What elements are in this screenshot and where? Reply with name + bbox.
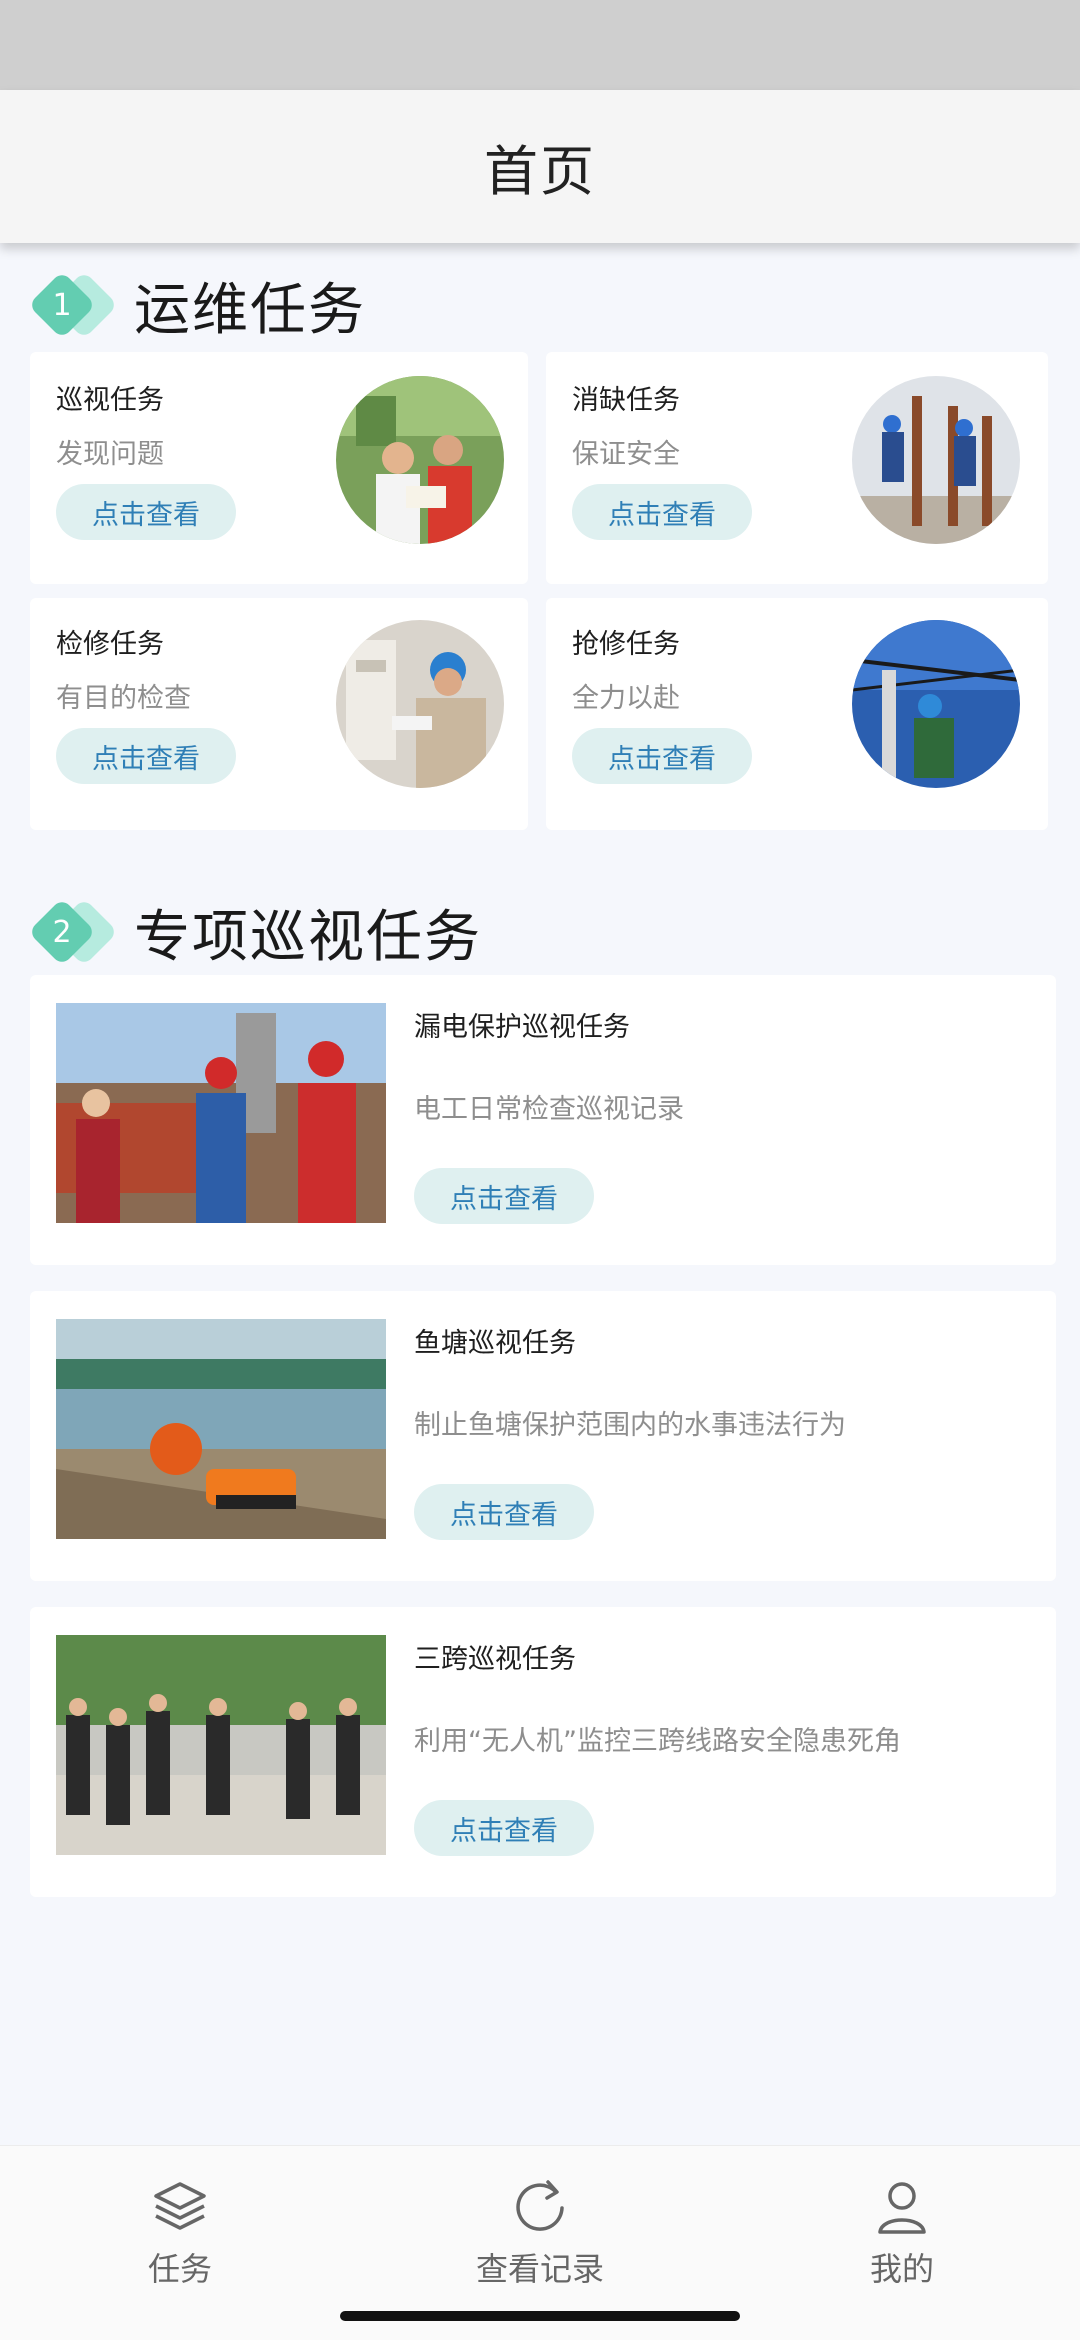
view-button[interactable]: 点击查看 (572, 484, 752, 540)
card-title: 三跨巡视任务 (414, 1644, 576, 1675)
leakage-photo (56, 1003, 386, 1223)
status-bar (0, 0, 1080, 90)
special-task-card-three-crossing[interactable]: 三跨巡视任务 利用“无人机”监控三跨线路安全隐患死角 点击查看 (30, 1607, 1056, 1897)
card-subtitle: 发现问题 (56, 439, 164, 470)
card-title: 漏电保护巡视任务 (414, 1012, 630, 1043)
patrol-photo (336, 376, 504, 544)
tab-mine[interactable]: 我的 (802, 2176, 1002, 2296)
task-card-defect[interactable]: 消缺任务 保证安全 点击查看 (546, 352, 1048, 584)
card-subtitle: 制止鱼塘保护范围内的水事违法行为 (414, 1410, 846, 1441)
tab-tasks[interactable]: 任务 (80, 2176, 280, 2296)
card-title: 鱼塘巡视任务 (414, 1328, 576, 1359)
view-button[interactable]: 点击查看 (572, 728, 752, 784)
task-card-patrol[interactable]: 巡视任务 发现问题 点击查看 (30, 352, 528, 584)
section-number-badge: 1 (28, 271, 118, 339)
tab-records[interactable]: 查看记录 (440, 2176, 640, 2296)
view-button[interactable]: 点击查看 (414, 1800, 594, 1856)
view-button[interactable]: 点击查看 (414, 1484, 594, 1540)
view-button[interactable]: 点击查看 (414, 1168, 594, 1224)
user-icon (878, 2182, 926, 2234)
layers-icon (154, 2182, 206, 2230)
section-title: 运维任务 (134, 277, 366, 343)
tab-label: 查看记录 (475, 2250, 604, 2288)
repair-photo (852, 620, 1020, 788)
view-button[interactable]: 点击查看 (56, 484, 236, 540)
home-indicator (340, 2311, 740, 2321)
card-subtitle: 全力以赴 (572, 683, 680, 714)
section-header-special: 2 专项巡视任务 (28, 892, 482, 972)
card-title: 抢修任务 (572, 629, 680, 660)
task-card-maintenance[interactable]: 检修任务 有目的检查 点击查看 (30, 598, 528, 830)
maintenance-photo (336, 620, 504, 788)
tab-label: 我的 (869, 2250, 934, 2288)
three-crossing-photo (56, 1635, 386, 1855)
card-subtitle: 保证安全 (572, 439, 680, 470)
special-task-card-leakage[interactable]: 漏电保护巡视任务 电工日常检查巡视记录 点击查看 (30, 975, 1056, 1265)
view-button[interactable]: 点击查看 (56, 728, 236, 784)
card-title: 巡视任务 (56, 385, 164, 416)
card-subtitle: 有目的检查 (56, 683, 191, 714)
fishpond-photo (56, 1319, 386, 1539)
task-card-repair[interactable]: 抢修任务 全力以赴 点击查看 (546, 598, 1048, 830)
section-number-badge: 2 (28, 898, 118, 966)
card-subtitle: 电工日常检查巡视记录 (414, 1094, 684, 1125)
card-subtitle: 利用“无人机”监控三跨线路安全隐患死角 (414, 1726, 901, 1757)
special-task-card-fishpond[interactable]: 鱼塘巡视任务 制止鱼塘保护范围内的水事违法行为 点击查看 (30, 1291, 1056, 1581)
section-header-ops: 1 运维任务 (28, 265, 366, 345)
tab-label: 任务 (147, 2250, 212, 2288)
section-title: 专项巡视任务 (134, 904, 482, 970)
defect-photo (852, 376, 1020, 544)
page-title: 首页 (484, 140, 596, 203)
refresh-icon (516, 2180, 564, 2231)
card-title: 消缺任务 (572, 385, 680, 416)
app-header: 首页 (0, 90, 1080, 243)
card-title: 检修任务 (56, 629, 164, 660)
